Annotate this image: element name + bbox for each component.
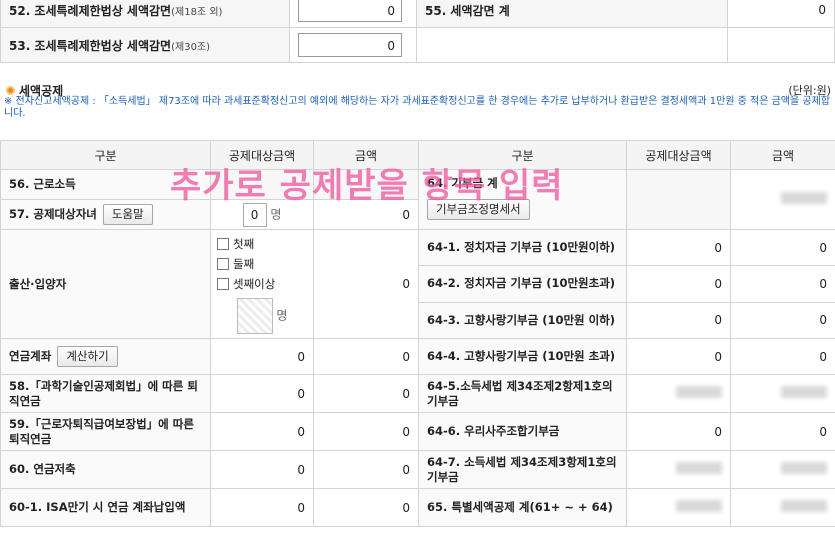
birth-adopt-label: 출산·입양자 bbox=[0, 229, 211, 339]
overlay-caption: 추가로 공제받을 항목 입력 bbox=[170, 166, 564, 206]
row53-input[interactable]: 0 bbox=[298, 33, 402, 57]
header-base: 공제대상금액 bbox=[626, 140, 731, 170]
bullet-icon bbox=[6, 86, 15, 95]
header-amount: 금액 bbox=[730, 140, 835, 170]
help-button[interactable]: 도움말 bbox=[102, 204, 153, 225]
row644-label: 64-4. 고향사랑기부금 (10만원 초과) bbox=[418, 338, 627, 375]
birth-count-input[interactable] bbox=[236, 298, 273, 334]
row60-label: 60. 연금저축 bbox=[0, 450, 211, 489]
row642-label: 64-2. 정치자금 기부금 (10만원초과) bbox=[418, 265, 627, 303]
birth-amount: 0 bbox=[313, 229, 419, 339]
row645-label: 64-5.소득세법 제34조제2항제1호의 기부금 bbox=[418, 374, 627, 413]
row53-label: 53. 조세특례제한법상 세액감면(제30조) bbox=[0, 27, 290, 63]
first-child-checkbox[interactable]: 첫째 bbox=[217, 234, 307, 254]
section-note: ※ 전자신고세액공제 : 「소득세법」 제73조에 따라 과세표준확정신고의 예… bbox=[4, 96, 830, 119]
second-child-checkbox[interactable]: 둘째 bbox=[217, 254, 307, 274]
row647-label: 64-7. 소득세법 제34조제3항제1호의 기부금 bbox=[418, 450, 627, 489]
row601-label: 60-1. ISA만기 시 연금 계좌납입액 bbox=[0, 488, 211, 527]
row643-label: 64-3. 고향사랑기부금 (10만원 이하) bbox=[418, 301, 627, 340]
row55-value: 0 bbox=[727, 0, 835, 28]
row641-label: 64-1. 정치자금 기부금 (10만원이하) bbox=[418, 228, 627, 267]
row52-input[interactable]: 0 bbox=[298, 0, 402, 22]
row58-label: 58.「과학기술인공제회법」에 따른 퇴직연금 bbox=[0, 374, 211, 413]
calculate-button[interactable]: 계산하기 bbox=[57, 346, 118, 367]
row64-amount bbox=[730, 169, 835, 230]
row59-label: 59.「근로자퇴직급여보장법」에 따른 퇴직연금 bbox=[0, 412, 211, 451]
row55-label: 55. 세액감면 계 bbox=[416, 0, 728, 28]
row65-label: 65. 특별세액공제 계(61+ ~ + 64) bbox=[418, 488, 627, 527]
pension-label: 연금계좌 계산하기 bbox=[0, 338, 211, 375]
reduction-table: 52. 조세특례제한법상 세액감면(제18조 외) 0 55. 세액감면 계 0… bbox=[0, 0, 835, 63]
row52-label: 52. 조세특례제한법상 세액감면(제18조 외) bbox=[0, 0, 290, 28]
third-child-checkbox[interactable]: 셋째이상 bbox=[217, 274, 307, 294]
row646-label: 64-6. 우리사주조합기부금 bbox=[418, 412, 627, 451]
